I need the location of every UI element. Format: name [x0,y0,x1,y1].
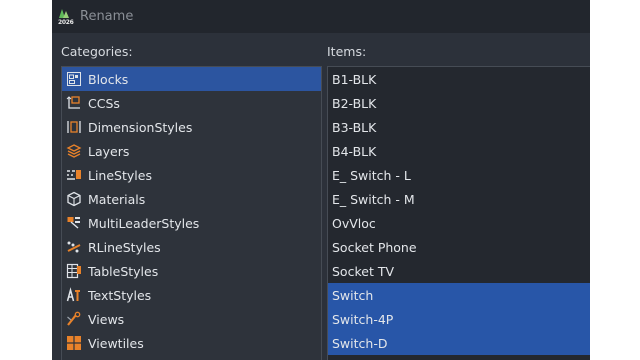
app-logo-icon: 2026 [58,8,74,26]
category-item-tablestyles[interactable]: TableStyles [62,259,321,283]
category-item-label: Materials [88,191,146,207]
item-row[interactable]: OvVloc [328,211,590,235]
item-row-label: B1-BLK [332,71,377,87]
category-item-label: LineStyles [88,167,152,183]
item-row[interactable]: Socket Phone [328,235,590,259]
item-row[interactable]: Switch-D [328,331,590,355]
category-item-label: DimensionStyles [88,119,193,135]
category-item-label: TableStyles [88,263,159,279]
category-item-textstyles[interactable]: TextStyles [62,283,321,307]
linestyle-icon [66,167,82,183]
category-item-viewtiles[interactable]: Viewtiles [62,331,321,355]
item-row[interactable]: E_ Switch - L [328,163,590,187]
items-label: Items: [327,44,367,59]
item-row-label: Socket Phone [332,239,417,255]
item-row[interactable]: B4-BLK [328,139,590,163]
categories-label: Categories: [61,44,133,59]
app-logo-year: 2026 [58,18,74,26]
rename-dialog: 2026 Rename Categories: Items: Blocks CCS… [52,0,590,360]
category-item-label: Views [88,311,125,327]
category-item-label: Layers [88,143,130,159]
category-item-label: RLineStyles [88,239,161,255]
item-row-label: E_ Switch - L [332,167,411,183]
category-item-dimensionstyles[interactable]: DimensionStyles [62,115,321,139]
category-item-views[interactable]: Views [62,307,321,331]
category-item-ccss[interactable]: CCSs [62,91,321,115]
item-row-label: B3-BLK [332,119,377,135]
item-row[interactable]: B2-BLK [328,91,590,115]
item-row-label: Switch-D [332,335,388,351]
item-row-label: OvVloc [332,215,376,231]
item-row[interactable]: E_ Switch - M [328,187,590,211]
category-item-rlinestyles[interactable]: RLineStyles [62,235,321,259]
item-row-label: Switch-4P [332,311,394,327]
block-icon [66,71,82,87]
item-row[interactable]: Switch [328,283,590,307]
item-row[interactable]: Socket TV [328,259,590,283]
items-list[interactable]: B1-BLK B2-BLK B3-BLK B4-BLK E_ Switch - L E_ … [327,66,590,360]
category-item-blocks[interactable]: Blocks [62,67,321,91]
item-row[interactable]: Switch-4P [328,307,590,331]
category-item-multileaderstyles[interactable]: MultiLeaderStyles [62,211,321,235]
item-row-label: B2-BLK [332,95,377,111]
multileader-style-icon [66,215,82,231]
materials-icon [66,191,82,207]
categories-list[interactable]: Blocks CCSs DimensionStyles Layers LineStyle… [61,66,322,360]
viewtiles-icon [66,335,82,351]
category-item-linestyles[interactable]: LineStyles [62,163,321,187]
item-row[interactable]: B1-BLK [328,67,590,91]
window-title: Rename [80,9,134,24]
category-item-materials[interactable]: Materials [62,187,321,211]
item-row[interactable]: B3-BLK [328,115,590,139]
views-icon [66,311,82,327]
title-bar: 2026 Rename [52,0,590,33]
category-item-label: Blocks [88,71,129,87]
rlinestyle-icon [66,239,82,255]
category-item-label: MultiLeaderStyles [88,215,200,231]
item-row-label: B4-BLK [332,143,377,159]
ccs-icon [66,95,82,111]
category-item-label: Viewtiles [88,335,144,351]
category-item-label: TextStyles [88,287,152,303]
item-row-label: Switch [332,287,374,303]
item-row-label: E_ Switch - M [332,191,415,207]
layers-icon [66,143,82,159]
tablestyle-icon [66,263,82,279]
item-row-label: Socket TV [332,263,394,279]
category-item-layers[interactable]: Layers [62,139,321,163]
dimension-style-icon [66,119,82,135]
textstyle-icon [66,287,82,303]
category-item-label: CCSs [88,95,120,111]
